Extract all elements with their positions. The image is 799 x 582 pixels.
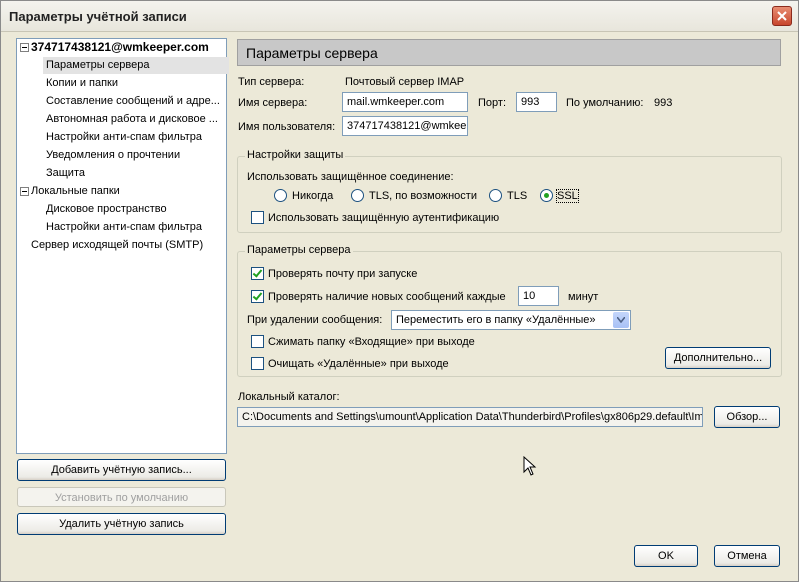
- tree-item-server-settings[interactable]: Параметры сервера: [43, 57, 229, 74]
- radio-tls[interactable]: [489, 189, 502, 202]
- account-settings-dialog: Параметры учётной записи 374717438121@wm…: [0, 0, 799, 582]
- local-directory-label: Локальный каталог:: [238, 391, 340, 403]
- tree-smtp-server[interactable]: Сервер исходящей почты (SMTP): [31, 237, 203, 254]
- radio-tls-if-available[interactable]: [351, 189, 364, 202]
- title-bar[interactable]: Параметры учётной записи: [1, 1, 798, 32]
- check-every-label[interactable]: Проверять наличие новых сообщений каждые: [268, 291, 506, 303]
- check-on-startup-label[interactable]: Проверять почту при запуске: [268, 268, 417, 280]
- close-icon: [777, 11, 787, 21]
- set-default-button[interactable]: Установить по умолчанию: [17, 487, 226, 507]
- ok-button[interactable]: OK: [634, 545, 698, 567]
- secure-auth-checkbox[interactable]: [251, 211, 264, 224]
- server-type-value: Почтовый сервер IMAP: [345, 76, 465, 88]
- advanced-button[interactable]: Дополнительно...: [665, 347, 771, 369]
- browse-button[interactable]: Обзор...: [714, 406, 780, 428]
- secure-auth-label[interactable]: Использовать защищённую аутентификацию: [268, 212, 499, 224]
- use-secure-connection-label: Использовать защищённое соединение:: [247, 171, 454, 183]
- radio-tls-if-available-label[interactable]: TLS, по возможности: [369, 190, 477, 202]
- security-group-title: Настройки защиты: [245, 149, 346, 161]
- username-input[interactable]: 374717438121@wmkeep: [342, 116, 468, 136]
- radio-never[interactable]: [274, 189, 287, 202]
- default-port-value: 993: [654, 97, 673, 109]
- empty-trash-label[interactable]: Очищать «Удалённые» при выходе: [268, 358, 449, 370]
- account-tree[interactable]: 374717438121@wmkeeper.com Параметры серв…: [16, 38, 229, 454]
- add-account-button[interactable]: Добавить учётную запись...: [17, 459, 226, 481]
- tree-account[interactable]: 374717438121@wmkeeper.com: [31, 39, 209, 56]
- minutes-label: минут: [568, 291, 599, 303]
- check-every-checkbox[interactable]: [251, 290, 264, 303]
- on-delete-selected-value: Переместить его в папку «Удалённые»: [396, 314, 596, 326]
- radio-never-label[interactable]: Никогда: [292, 190, 333, 202]
- radio-tls-label[interactable]: TLS: [507, 190, 527, 202]
- tree-item-receipts[interactable]: Уведомления о прочтении: [46, 147, 180, 164]
- server-name-input[interactable]: mail.wmkeeper.com: [342, 92, 468, 112]
- tree-item-security[interactable]: Защита: [46, 165, 85, 182]
- mouse-cursor-icon: [523, 456, 537, 476]
- chevron-down-icon[interactable]: [613, 312, 629, 328]
- server-name-label: Имя сервера:: [238, 97, 308, 109]
- compact-inbox-checkbox[interactable]: [251, 335, 264, 348]
- cancel-button[interactable]: Отмена: [714, 545, 780, 567]
- tree-item-composition[interactable]: Составление сообщений и адре...: [46, 93, 224, 110]
- check-interval-input[interactable]: 10: [518, 286, 559, 306]
- username-label: Имя пользователя:: [238, 121, 336, 133]
- server-type-label: Тип сервера:: [238, 76, 305, 88]
- tree-item-local-junk[interactable]: Настройки анти-спам фильтра: [46, 219, 202, 236]
- collapse-icon[interactable]: [20, 43, 29, 52]
- radio-ssl-label[interactable]: SSL: [556, 189, 579, 203]
- radio-ssl[interactable]: [540, 189, 553, 202]
- tree-item-junk[interactable]: Настройки анти-спам фильтра: [46, 129, 202, 146]
- on-delete-select[interactable]: Переместить его в папку «Удалённые»: [391, 310, 631, 330]
- local-directory-input[interactable]: C:\Documents and Settings\umount\Applica…: [237, 407, 703, 427]
- panel-header: Параметры сервера: [237, 39, 781, 66]
- on-delete-label: При удалении сообщения:: [247, 314, 383, 326]
- delete-account-button[interactable]: Удалить учётную запись: [17, 513, 226, 535]
- panel-title: Параметры сервера: [246, 45, 378, 61]
- close-button[interactable]: [772, 6, 792, 26]
- tree-item-copies-folders[interactable]: Копии и папки: [46, 75, 118, 92]
- empty-trash-checkbox[interactable]: [251, 357, 264, 370]
- check-on-startup-checkbox[interactable]: [251, 267, 264, 280]
- collapse-icon[interactable]: [20, 187, 29, 196]
- tree-item-offline[interactable]: Автономная работа и дисковое ...: [46, 111, 224, 128]
- tree-local-folders[interactable]: Локальные папки: [31, 183, 120, 200]
- window-title: Параметры учётной записи: [9, 9, 187, 24]
- port-input[interactable]: 993: [516, 92, 557, 112]
- compact-inbox-label[interactable]: Сжимать папку «Входящие» при выходе: [268, 336, 475, 348]
- tree-item-disk-space[interactable]: Дисковое пространство: [46, 201, 167, 218]
- server-settings-group-title: Параметры сервера: [245, 244, 353, 256]
- default-port-label: По умолчанию:: [566, 97, 644, 109]
- port-label: Порт:: [478, 97, 506, 109]
